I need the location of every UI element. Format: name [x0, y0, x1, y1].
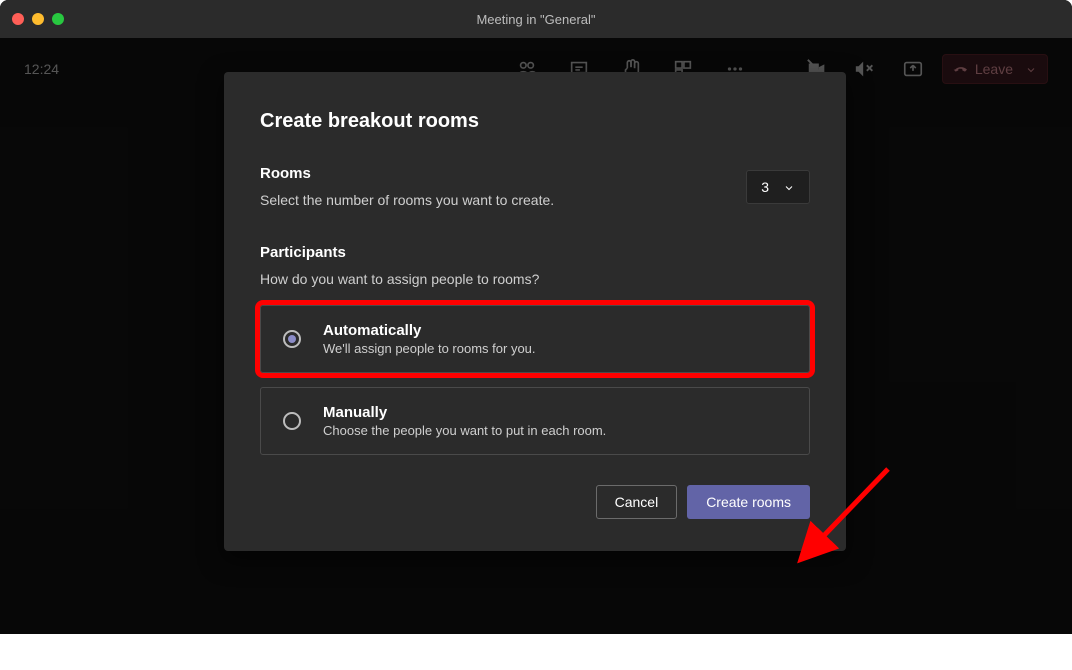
create-breakout-rooms-dialog: Create breakout rooms Rooms Select the n…: [224, 72, 846, 551]
create-rooms-button[interactable]: Create rooms: [687, 485, 810, 519]
participants-heading: Participants: [260, 244, 810, 261]
window-title: Meeting in "General": [0, 12, 1072, 27]
radio-manually[interactable]: [283, 412, 301, 430]
rooms-heading: Rooms: [260, 165, 554, 182]
rooms-subtext: Select the number of rooms you want to c…: [260, 192, 554, 208]
dialog-footer: Cancel Create rooms: [260, 485, 810, 519]
participants-subtext: How do you want to assign people to room…: [260, 271, 810, 287]
option-automatically[interactable]: Automatically We'll assign people to roo…: [260, 305, 810, 373]
option-automatically-title: Automatically: [323, 322, 536, 339]
rooms-section: Rooms Select the number of rooms you wan…: [260, 165, 810, 208]
option-manually[interactable]: Manually Choose the people you want to p…: [260, 387, 810, 455]
room-count-value: 3: [761, 179, 769, 195]
room-count-dropdown[interactable]: 3: [746, 170, 810, 204]
participants-section: Participants How do you want to assign p…: [260, 244, 810, 287]
dialog-title: Create breakout rooms: [260, 110, 810, 133]
titlebar: Meeting in "General": [0, 0, 1072, 38]
chevron-down-icon: [783, 181, 795, 193]
cancel-button[interactable]: Cancel: [596, 485, 678, 519]
radio-automatically[interactable]: [283, 330, 301, 348]
option-automatically-sub: We'll assign people to rooms for you.: [323, 341, 536, 356]
app-window: Meeting in "General" 12:24: [0, 0, 1072, 634]
option-manually-sub: Choose the people you want to put in eac…: [323, 423, 606, 438]
option-manually-title: Manually: [323, 404, 606, 421]
